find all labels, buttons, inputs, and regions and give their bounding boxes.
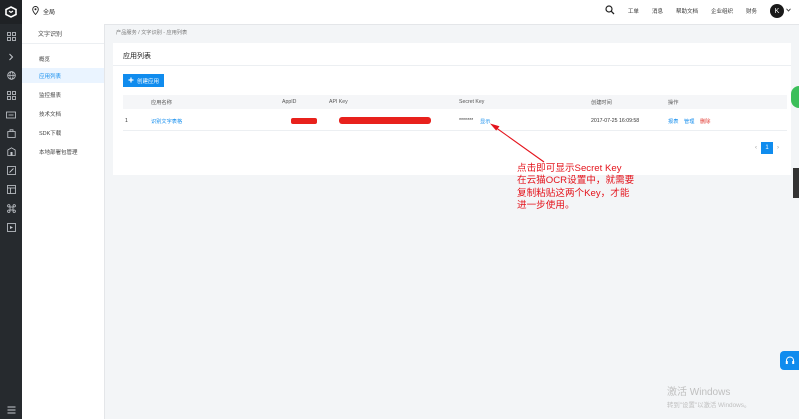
- panel-icon[interactable]: [6, 184, 16, 194]
- logo-icon[interactable]: [0, 0, 22, 24]
- top-nav: 工单 消息 帮助文档 企业组织 财务 K: [605, 4, 791, 18]
- nav-tickets[interactable]: 工单: [628, 7, 639, 15]
- user-menu[interactable]: K: [770, 4, 791, 18]
- location-pin-icon: [32, 6, 39, 17]
- create-app-button[interactable]: 创建应用: [123, 74, 164, 87]
- created-time: 2017-07-25 16:09:58: [591, 118, 640, 124]
- apps-grid-icon[interactable]: [6, 90, 16, 100]
- row-index: 1: [125, 118, 128, 124]
- nav-finance[interactable]: 财务: [746, 7, 757, 15]
- page-next-button[interactable]: ›: [777, 145, 779, 151]
- column-header-created: 创建时间: [591, 100, 612, 106]
- scroll-handle[interactable]: [793, 168, 799, 198]
- region-selector[interactable]: 全局: [32, 6, 55, 17]
- sidebar-item-app-list[interactable]: 应用列表: [22, 68, 104, 83]
- menu-icon[interactable]: [6, 405, 16, 415]
- nav-messages[interactable]: 消息: [652, 7, 663, 15]
- watermark-subtitle: 转到"设置"以激活 Windows。: [667, 402, 751, 409]
- api-key-redaction: [339, 117, 431, 124]
- nodes-icon[interactable]: [6, 203, 16, 213]
- sidebar-item-sdk-download[interactable]: SDK下载: [22, 125, 104, 140]
- icon-rail: [0, 24, 22, 419]
- app-list-card: 应用列表 创建应用 应用名称 AppID API Key Secret Key …: [113, 43, 791, 175]
- action-manage-link[interactable]: 管理: [684, 118, 694, 125]
- column-header-app-name: 应用名称: [151, 100, 172, 106]
- nav-organization[interactable]: 企业组织: [711, 7, 733, 15]
- breadcrumb: 产品服务 / 文字识别 - 应用列表: [116, 30, 188, 36]
- column-header-secret-key: Secret Key: [459, 99, 485, 105]
- globe-icon[interactable]: [6, 70, 16, 80]
- table-row: 1 识别文字表格 ******* 显示 2017-07-25 16:09:58 …: [123, 114, 787, 131]
- windows-activation-watermark: 激活 Windows 转到"设置"以激活 Windows。: [667, 383, 750, 409]
- sidebar-title: 文字识别: [22, 24, 104, 44]
- column-header-api-key: API Key: [329, 99, 348, 105]
- avatar: K: [770, 4, 784, 18]
- card-icon[interactable]: [6, 110, 16, 120]
- action-report-link[interactable]: 报表: [668, 118, 678, 125]
- table-header: 应用名称 AppID API Key Secret Key 创建时间 操作: [123, 95, 787, 109]
- nav-help-docs[interactable]: 帮助文档: [676, 7, 698, 15]
- search-icon[interactable]: [605, 5, 615, 17]
- sidebar-item-local-deploy[interactable]: 本地部署包管理: [22, 144, 104, 159]
- page-title: 应用列表: [123, 53, 151, 60]
- region-label: 全局: [43, 10, 56, 16]
- column-header-actions: 操作: [668, 100, 679, 106]
- sidebar-item-tech-docs[interactable]: 技术文档: [22, 106, 104, 121]
- edit-icon[interactable]: [6, 165, 16, 175]
- chevron-right-icon[interactable]: [6, 52, 16, 62]
- box-icon[interactable]: [6, 128, 16, 138]
- floating-widget-tab[interactable]: [791, 86, 799, 108]
- top-bar: 全局 工单 消息 帮助文档 企业组织 财务 K: [0, 0, 799, 25]
- annotation-text: 点击即可显示Secret Key 在云猫OCR设置中，就需要 复制粘贴这两个Ke…: [517, 163, 635, 211]
- sidebar-item-monitoring[interactable]: 监控报表: [22, 87, 104, 102]
- page-current-button[interactable]: 1: [761, 142, 773, 154]
- divider: [113, 65, 791, 66]
- sidebar: 文字识别 概览 应用列表 监控报表 技术文档 SDK下载 本地部署包管理: [22, 24, 105, 419]
- secret-key-mask: *******: [459, 118, 474, 124]
- chevron-down-icon: [786, 8, 791, 14]
- dashboard-grid-icon[interactable]: [6, 31, 16, 41]
- building-icon[interactable]: [6, 146, 16, 156]
- image-icon[interactable]: [6, 222, 16, 232]
- sidebar-item-overview[interactable]: 概览: [22, 51, 104, 66]
- show-secret-link[interactable]: 显示: [480, 118, 490, 125]
- headset-icon[interactable]: [780, 351, 799, 370]
- column-header-appid: AppID: [282, 99, 297, 105]
- action-delete-link[interactable]: 删除: [700, 118, 710, 125]
- pagination: ‹ 1 ›: [755, 142, 779, 154]
- create-app-label: 创建应用: [136, 78, 159, 85]
- watermark-title: 激活 Windows: [667, 387, 731, 398]
- appid-redaction: [291, 118, 317, 124]
- plus-icon: [128, 77, 134, 85]
- app-name-link[interactable]: 识别文字表格: [151, 118, 182, 125]
- page-prev-button[interactable]: ‹: [755, 145, 757, 151]
